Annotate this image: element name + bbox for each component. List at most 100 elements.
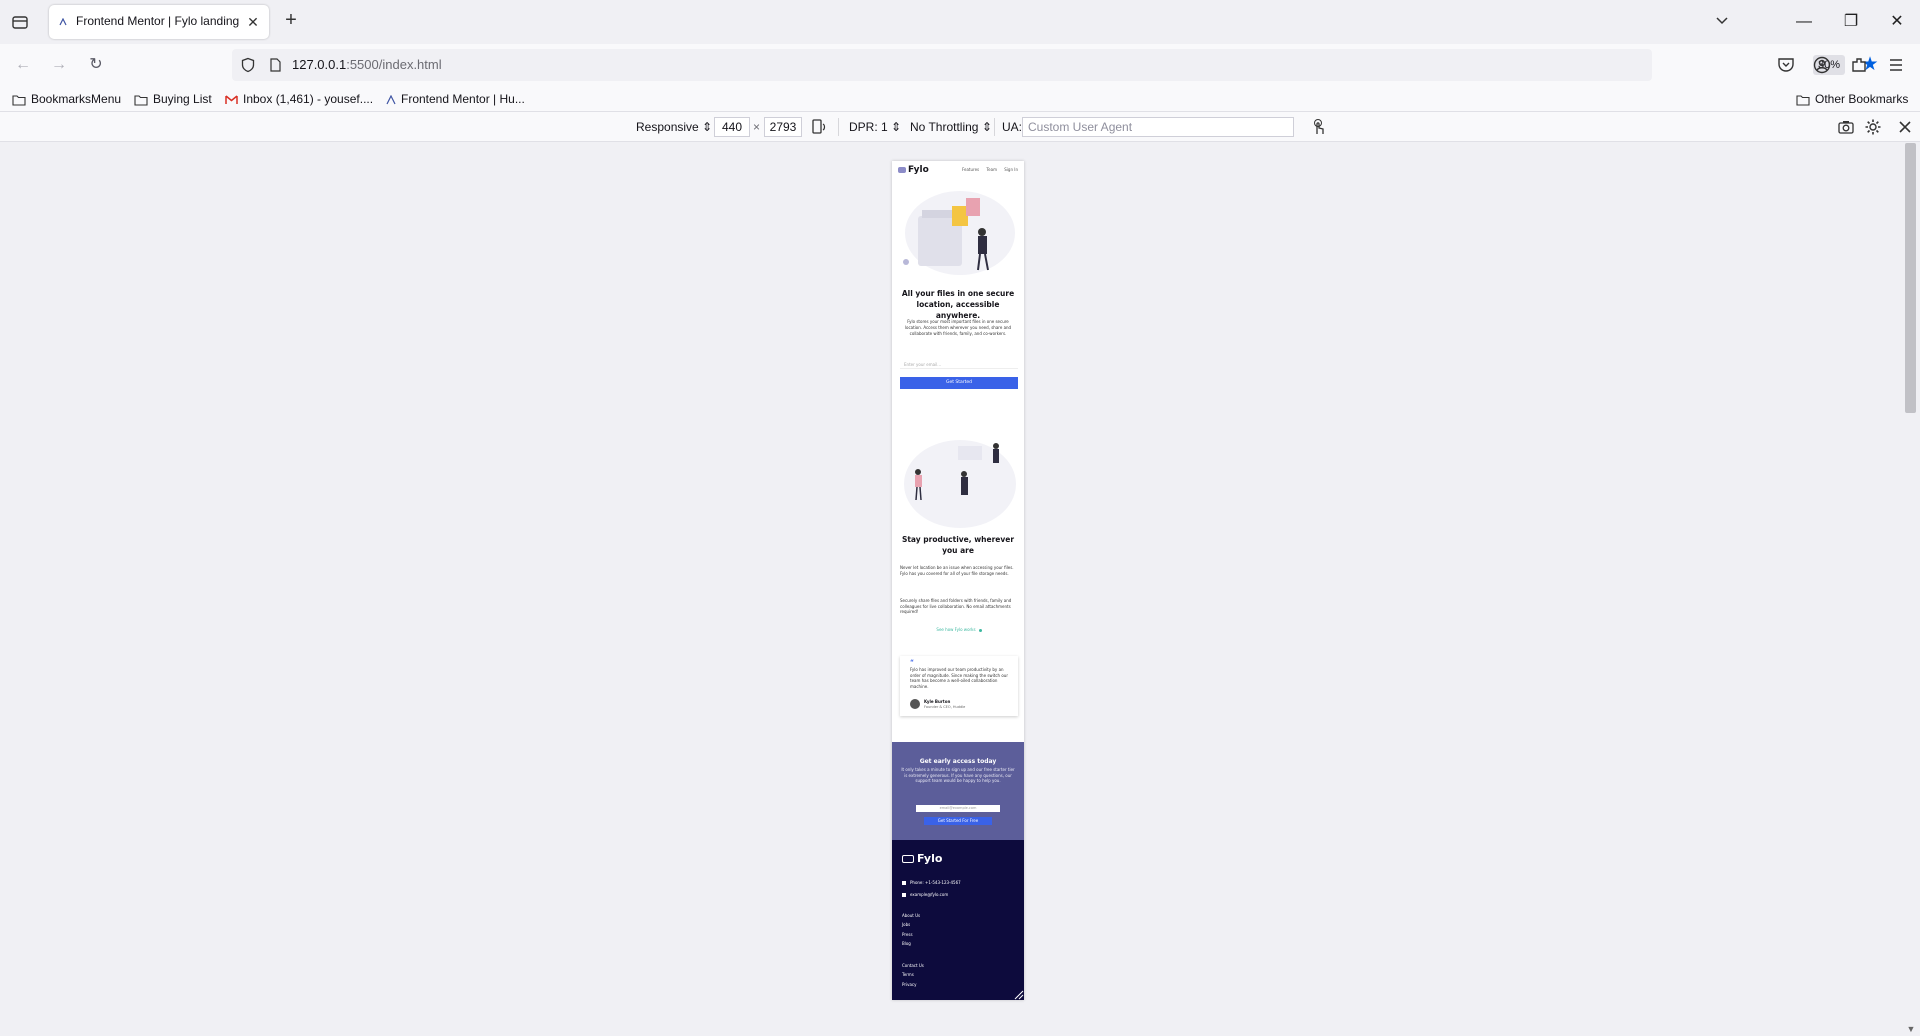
minimize-button[interactable]: — [1791, 9, 1817, 35]
frontend-mentor-favicon-icon [59, 18, 67, 26]
quote-mark-icon: “ [910, 659, 914, 666]
arrow-circle-icon [978, 628, 982, 632]
get-started-button[interactable]: Get Started [900, 377, 1018, 389]
app-menu-icon[interactable] [1886, 55, 1906, 75]
testimonial-text: Fylo has improved our team productivity … [910, 667, 1008, 689]
footer-link-privacy[interactable]: Privacy [902, 982, 916, 987]
dimension-separator: × [753, 120, 761, 134]
toolbar-separator [994, 118, 995, 136]
dpr-selector[interactable]: DPR: 1 ⇕ [849, 118, 901, 136]
toolbar-separator [838, 118, 839, 136]
site-nav: Features Team Sign In [956, 167, 1018, 172]
navigation-toolbar: ← → ↻ 127.0.0.1:5500/index.html 30% ★ [0, 44, 1920, 86]
url-host: 127.0.0.1 [292, 57, 347, 72]
site-logo-text: Fylo [908, 165, 929, 175]
testimonial-role: Founder & CEO, Huddle [924, 705, 966, 709]
updown-icon: ⇕ [702, 120, 713, 134]
footer-email-text: example@fylo.com [910, 892, 949, 897]
forward-button[interactable]: → [48, 54, 70, 76]
early-access-text: It only takes a minute to sign up and ou… [901, 767, 1015, 783]
user-agent-input[interactable]: Custom User Agent [1022, 117, 1294, 137]
bookmark-item-buying-list[interactable]: Buying List [134, 90, 212, 108]
scroll-down-arrow-icon[interactable]: ▼ [1904, 1024, 1918, 1034]
device-selector-label: Responsive [636, 120, 699, 134]
reload-button[interactable]: ↻ [85, 54, 107, 76]
page-info-icon[interactable] [268, 58, 282, 72]
footer-link-press[interactable]: Press [902, 932, 913, 937]
footer-phone: Phone: +1-543-123-4567 [902, 880, 961, 885]
responsive-viewport-page[interactable]: Fylo Features Team Sign In All your file… [892, 161, 1024, 1000]
tab-close-icon[interactable]: ✕ [245, 14, 261, 30]
get-started-free-button[interactable]: Get Started For Free [924, 817, 992, 825]
hero-text: Fylo stores your most important files in… [904, 319, 1012, 336]
settings-gear-icon[interactable] [1864, 118, 1882, 136]
phone-icon [902, 881, 906, 885]
restore-button[interactable]: ❐ [1838, 9, 1864, 35]
see-how-link-label: See how Fylo works [936, 627, 976, 632]
tab-strip: Frontend Mentor | Fylo landing ✕ + — ❐ ✕ [0, 0, 1920, 44]
device-selector[interactable]: Responsive ⇕ [636, 118, 712, 136]
footer-link-blog[interactable]: Blog [902, 941, 911, 946]
fylo-logo-icon [898, 166, 906, 173]
testimonial-card: “ Fylo has improved our team productivit… [900, 656, 1018, 716]
close-rdm-icon[interactable] [1896, 118, 1914, 136]
site-logo[interactable]: Fylo [898, 165, 929, 175]
list-all-tabs-icon[interactable] [1714, 13, 1730, 29]
viewport-width-input[interactable]: 440 [714, 117, 750, 137]
site-nav-features[interactable]: Features [962, 167, 979, 172]
bookmark-label: Frontend Mentor | Hu... [401, 92, 525, 106]
bookmark-item-bookmarks-menu[interactable]: BookmarksMenu [12, 90, 121, 108]
footer-logo-text: Fylo [917, 852, 943, 865]
folder-icon [1796, 95, 1810, 106]
productive-paragraph-2: Securely share files and folders with fr… [900, 598, 1012, 614]
url-path: :5500/index.html [346, 57, 442, 72]
productive-illustration [904, 440, 1016, 528]
rotate-viewport-icon[interactable] [810, 118, 828, 136]
footer-phone-text: Phone: +1-543-123-4567 [910, 880, 961, 885]
footer-logo: Fylo [902, 852, 942, 865]
account-icon[interactable] [1812, 55, 1832, 75]
footer-link-jobs[interactable]: Jobs [902, 922, 910, 927]
window-close-button[interactable]: ✕ [1884, 9, 1910, 35]
site-nav-sign-in[interactable]: Sign In [1004, 167, 1018, 172]
email-icon [902, 893, 906, 897]
active-tab[interactable]: Frontend Mentor | Fylo landing ✕ [49, 5, 269, 39]
viewport-height-input[interactable]: 2793 [764, 117, 802, 137]
screenshot-icon[interactable] [1837, 118, 1855, 136]
hero-email-input[interactable]: Enter your email... [900, 361, 1018, 369]
ua-label: UA: [1002, 120, 1023, 134]
back-button[interactable]: ← [12, 54, 34, 76]
responsive-design-toolbar: Responsive ⇕ 440 × 2793 DPR: 1 ⇕ No Thro… [0, 112, 1920, 142]
other-bookmarks[interactable]: Other Bookmarks [1796, 90, 1908, 108]
url-text[interactable]: 127.0.0.1:5500/index.html [292, 57, 442, 72]
footer-link-terms[interactable]: Terms [902, 972, 914, 977]
bookmark-label: BookmarksMenu [31, 92, 122, 106]
throttling-selector[interactable]: No Throttling ⇕ [910, 118, 992, 136]
bookmark-label: Buying List [153, 92, 212, 106]
bookmark-item-inbox[interactable]: Inbox (1,461) - yousef.... [225, 90, 373, 108]
early-access-title: Get early access today [919, 758, 997, 765]
footer-link-contact[interactable]: Contact Us [902, 963, 924, 968]
url-bar[interactable]: 127.0.0.1:5500/index.html 30% ★ [232, 49, 1879, 81]
bookmark-item-frontend-mentor[interactable]: Frontend Mentor | Hu... [386, 90, 525, 108]
scrollbar-thumb[interactable] [1905, 143, 1916, 413]
tab-overview-icon[interactable] [10, 12, 30, 32]
early-access-email-input[interactable]: email@example.com [916, 805, 1000, 812]
tab-title: Frontend Mentor | Fylo landing [76, 14, 240, 28]
footer-email: example@fylo.com [902, 892, 948, 897]
extensions-icon[interactable] [1849, 55, 1869, 75]
tracking-protection-shield-icon[interactable] [240, 57, 256, 73]
new-tab-button[interactable]: + [281, 10, 301, 31]
productive-title: Stay productive, wherever you are [901, 535, 1015, 555]
viewport-resize-handle-icon[interactable] [1012, 988, 1024, 1000]
other-bookmarks-label: Other Bookmarks [1815, 92, 1909, 106]
footer-link-about[interactable]: About Us [902, 913, 920, 918]
dpr-label: DPR: 1 [849, 120, 888, 134]
pocket-icon[interactable] [1776, 55, 1796, 75]
updown-icon: ⇕ [981, 120, 992, 134]
folder-icon [134, 95, 148, 106]
see-how-link[interactable]: See how Fylo works [900, 627, 1018, 632]
touch-simulation-icon[interactable] [1310, 118, 1328, 136]
bookmark-label: Inbox (1,461) - yousef.... [243, 92, 374, 106]
site-nav-team[interactable]: Team [986, 167, 997, 172]
